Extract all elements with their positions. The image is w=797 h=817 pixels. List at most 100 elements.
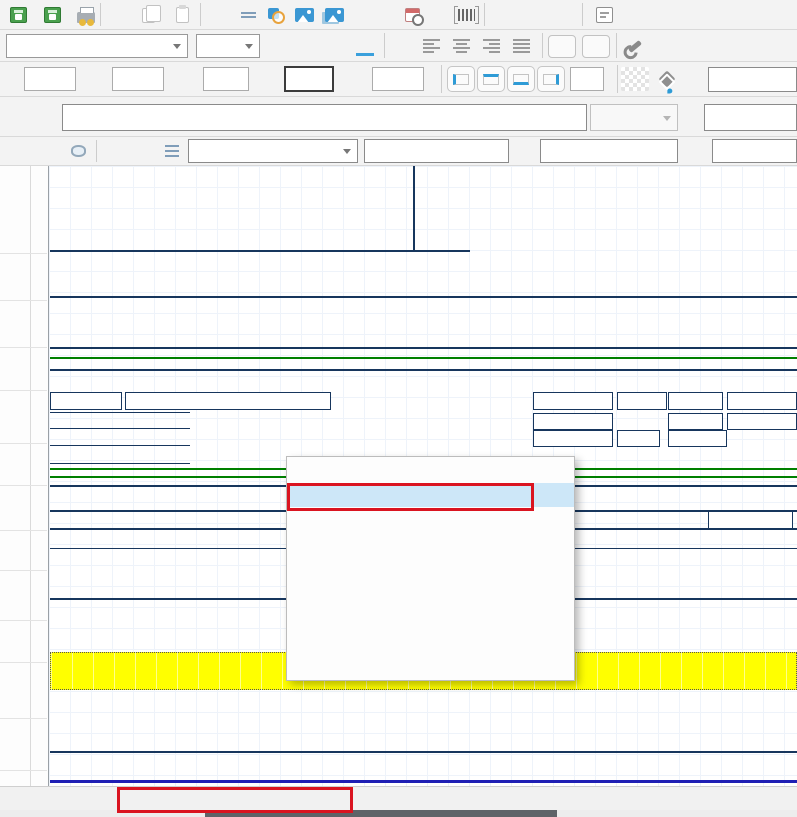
y-position-spinner[interactable] <box>166 67 178 91</box>
line-color-button[interactable] <box>683 67 711 91</box>
align-left-button[interactable] <box>418 33 444 59</box>
field-tool-icon <box>240 11 256 20</box>
line-style-select[interactable] <box>708 67 797 92</box>
calendar-clock-icon <box>404 8 424 26</box>
add-text-button[interactable] <box>204 3 232 27</box>
menu-item-pievienot-bildi[interactable] <box>287 532 574 557</box>
menu-item-pievienot-parametru[interactable] <box>287 581 574 606</box>
add-shape-button[interactable] <box>262 3 290 27</box>
field-apzim[interactable] <box>617 430 660 447</box>
add-system-param-button[interactable] <box>398 3 426 27</box>
add-expression-button[interactable] <box>346 3 374 27</box>
font-family-select[interactable] <box>6 34 188 58</box>
y-position-input[interactable] <box>112 67 164 91</box>
field-kods[interactable] <box>50 392 122 410</box>
field-nosaukums[interactable] <box>125 392 331 410</box>
database-icon <box>70 145 86 157</box>
expression-input[interactable] <box>62 104 587 131</box>
justify-letter-button[interactable] <box>388 33 414 59</box>
elements-button[interactable] <box>590 2 625 28</box>
band-source-select[interactable] <box>188 139 358 163</box>
filter1-input[interactable] <box>364 139 509 163</box>
menu-item-pievienot-lauku[interactable] <box>287 482 574 507</box>
rotation-spinner[interactable] <box>426 67 438 91</box>
menu-item-pievienot-jaunu-svitrkodu[interactable] <box>287 654 574 679</box>
apply-button[interactable] <box>8 105 36 129</box>
font-size-select[interactable] <box>196 34 260 58</box>
menu-item-pievienot-izteiksmi[interactable] <box>287 630 574 655</box>
settings-button[interactable] <box>490 2 508 28</box>
text-color-button[interactable] <box>621 67 649 91</box>
expression-combo[interactable] <box>590 104 678 131</box>
border-right-button[interactable] <box>537 66 565 92</box>
field-merv[interactable] <box>617 392 667 410</box>
x-position-input[interactable] <box>24 67 76 91</box>
cut-button[interactable] <box>104 3 132 27</box>
add-image-button[interactable] <box>290 3 318 27</box>
field-daudzums[interactable] <box>533 430 613 447</box>
border-left-button[interactable] <box>447 66 475 92</box>
align-center-icon <box>452 39 470 53</box>
height-spinner[interactable] <box>336 67 348 91</box>
save-as-button[interactable] <box>38 3 66 27</box>
height-input[interactable] <box>284 66 334 92</box>
formula-toolbar <box>0 97 797 137</box>
field-atlaides[interactable] <box>668 413 723 430</box>
image-stack-icon <box>324 8 344 22</box>
width-spinner[interactable] <box>251 67 263 91</box>
align-center-button[interactable] <box>448 33 474 59</box>
print-button[interactable] <box>72 3 100 27</box>
field-atlaides[interactable] <box>668 392 723 410</box>
band-aux-input[interactable] <box>712 139 797 163</box>
remove-row-button[interactable] <box>34 139 62 163</box>
scrollbar-thumb[interactable] <box>205 810 557 817</box>
sort2-button[interactable] <box>684 141 706 163</box>
underline-button[interactable] <box>324 33 350 59</box>
move-down-button[interactable] <box>128 139 156 163</box>
field-daudzums[interactable] <box>533 392 613 410</box>
add-param-button[interactable] <box>424 3 452 27</box>
paste-button[interactable] <box>168 3 196 27</box>
menu-item-pievienot-tekstu[interactable] <box>287 458 574 483</box>
text-direction-v-button[interactable] <box>582 35 610 58</box>
add-aggregate-button[interactable] <box>372 3 400 27</box>
field-pvn[interactable] <box>708 511 793 529</box>
border-top-button[interactable] <box>477 66 505 92</box>
bold-button[interactable] <box>268 33 294 59</box>
field-daudzums[interactable] <box>533 413 613 430</box>
add-field-button[interactable] <box>234 3 262 27</box>
menu-item-pievienot-sistemas-parametru[interactable] <box>287 556 574 581</box>
sort1-button[interactable] <box>514 141 536 163</box>
add-barcode-button[interactable] <box>452 3 480 27</box>
add-subdetail-button[interactable] <box>158 139 186 163</box>
move-up-button[interactable] <box>100 139 128 163</box>
add-image-list-button[interactable] <box>320 3 348 27</box>
width-input[interactable] <box>203 67 249 91</box>
tools-button[interactable] <box>622 33 648 59</box>
align-justify-button[interactable] <box>508 33 534 59</box>
align-right-button[interactable] <box>478 33 504 59</box>
x-position-spinner[interactable] <box>78 67 90 91</box>
field-daudzums2[interactable] <box>727 392 797 410</box>
filter2-input[interactable] <box>540 139 678 163</box>
save-button[interactable] <box>4 3 32 27</box>
text-direction-h-button[interactable] <box>548 35 576 58</box>
save-as-icon <box>43 7 61 23</box>
border-width-input[interactable] <box>570 67 604 91</box>
field-cena[interactable] <box>668 430 727 447</box>
report-bottom-border <box>50 780 797 783</box>
menu-item-pievienot-figuru[interactable] <box>287 507 574 532</box>
horizontal-scrollbar[interactable] <box>0 810 797 817</box>
fill-color-button[interactable] <box>653 67 681 91</box>
font-color-button[interactable] <box>352 33 378 59</box>
border-bottom-button[interactable] <box>507 66 535 92</box>
menu-item-pievienot-agregatizteiksmi[interactable] <box>287 605 574 630</box>
italic-button[interactable] <box>296 33 322 59</box>
field-daudzums2[interactable] <box>727 413 797 430</box>
copy-button[interactable] <box>136 3 164 27</box>
context-menu <box>286 456 575 681</box>
rotation-input[interactable] <box>372 67 424 91</box>
add-datasource-button[interactable] <box>64 139 92 163</box>
aux-input[interactable] <box>704 104 797 131</box>
add-row-button[interactable] <box>4 139 32 163</box>
